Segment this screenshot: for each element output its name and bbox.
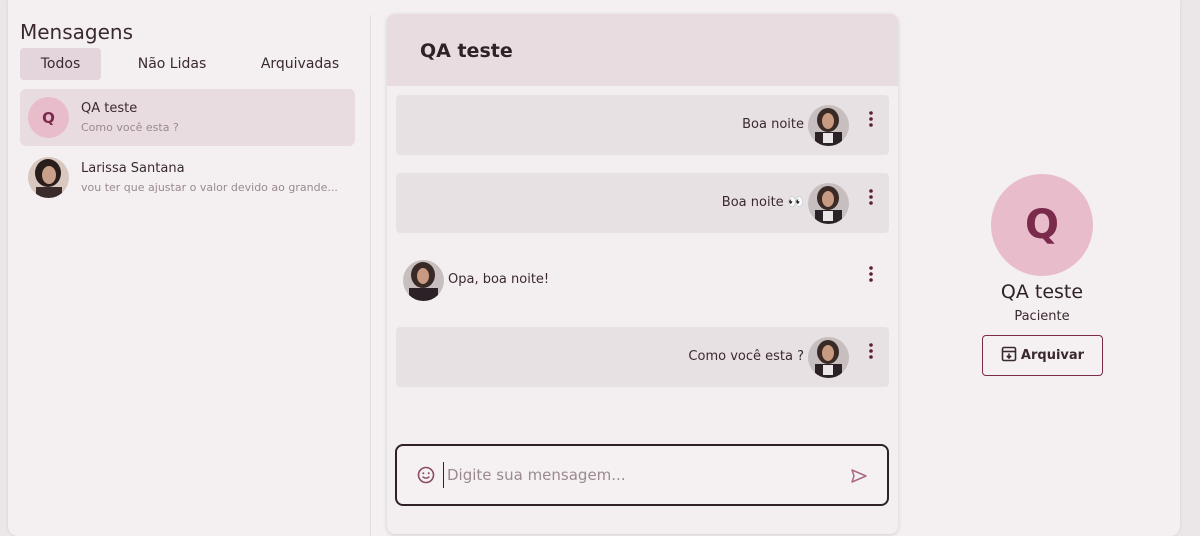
profile-role: Paciente xyxy=(1014,309,1070,324)
message-bubble: Boa noite xyxy=(396,95,889,155)
message-text: Boa noite xyxy=(742,117,804,132)
tab-nao-lidas[interactable]: Não Lidas xyxy=(125,48,219,80)
chat-header: QA teste xyxy=(387,14,898,86)
more-vertical-icon[interactable] xyxy=(861,341,881,361)
chat-window: QA teste Boa noite Boa noite 👀 Opa, boa … xyxy=(387,14,898,534)
message-bubble: Opa, boa noite! xyxy=(396,250,889,310)
profile-avatar: Q xyxy=(991,174,1093,276)
conversation-item-larissa[interactable]: Larissa Santana vou ter que ajustar o va… xyxy=(20,149,355,206)
tab-arquivadas[interactable]: Arquivadas xyxy=(250,48,350,80)
message-bubble: Como você esta ? xyxy=(396,327,889,387)
conversation-name: QA teste xyxy=(81,101,138,116)
sidebar-title: Mensagens xyxy=(20,20,134,44)
message-avatar xyxy=(808,337,849,378)
conversations-sidebar: Mensagens Todos Não Lidas Arquivadas Q Q… xyxy=(20,0,356,536)
profile-name: QA teste xyxy=(1000,281,1084,303)
archive-icon xyxy=(1001,346,1017,366)
avatar xyxy=(28,157,69,198)
conversation-preview: vou ter que ajustar o valor devido ao gr… xyxy=(81,181,338,194)
message-avatar xyxy=(808,183,849,224)
more-vertical-icon[interactable] xyxy=(861,264,881,284)
avatar: Q xyxy=(28,97,69,138)
tab-todos[interactable]: Todos xyxy=(20,48,101,80)
send-icon[interactable] xyxy=(850,467,868,485)
message-text: Opa, boa noite! xyxy=(448,272,550,287)
more-vertical-icon[interactable] xyxy=(861,187,881,207)
message-input[interactable] xyxy=(443,462,833,488)
archive-button[interactable]: Arquivar xyxy=(982,335,1103,376)
message-avatar xyxy=(808,105,849,146)
message-text: Boa noite 👀 xyxy=(721,195,804,210)
archive-button-label: Arquivar xyxy=(1020,348,1085,363)
conversation-preview: Como você esta ? xyxy=(81,121,179,134)
conversation-tabs: Todos Não Lidas Arquivadas xyxy=(20,48,350,80)
column-divider xyxy=(370,15,371,536)
message-composer xyxy=(395,444,889,506)
more-vertical-icon[interactable] xyxy=(861,109,881,129)
chat-title: QA teste xyxy=(420,40,513,62)
message-text: Como você esta ? xyxy=(688,349,804,364)
conversation-name: Larissa Santana xyxy=(81,161,185,176)
message-bubble: Boa noite 👀 xyxy=(396,173,889,233)
conversation-item-qa-teste[interactable]: Q QA teste Como você esta ? xyxy=(20,89,355,146)
message-avatar xyxy=(403,260,444,301)
smile-icon[interactable] xyxy=(416,465,436,485)
